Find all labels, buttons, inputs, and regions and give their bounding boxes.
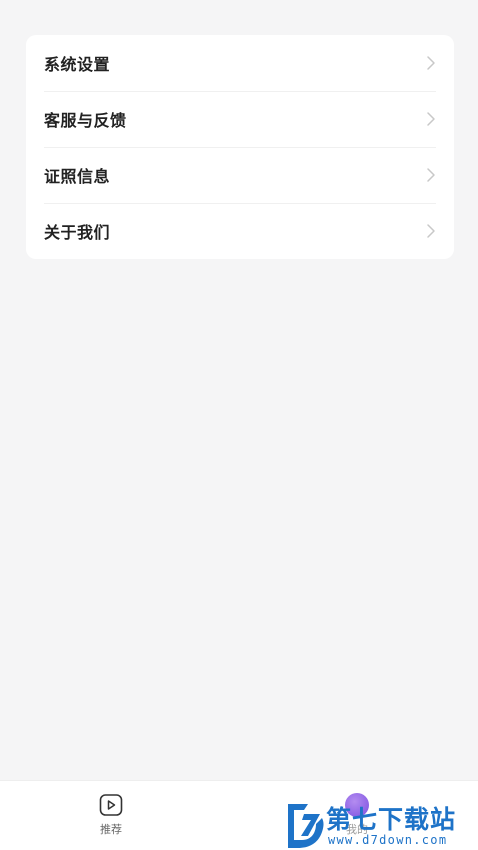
settings-menu-card: 系统设置 客服与反馈 证照信息 关于我们 [26, 35, 454, 259]
watermark: 第七下载站 www.d7down.com [282, 798, 478, 850]
menu-item-label: 证照信息 [44, 167, 111, 186]
chevron-right-icon [427, 224, 435, 238]
menu-item-label: 关于我们 [44, 223, 111, 242]
menu-item-label: 客服与反馈 [44, 111, 127, 130]
menu-item-about-us[interactable]: 关于我们 [26, 203, 454, 259]
menu-item-label: 系统设置 [44, 55, 111, 74]
menu-item-system-settings[interactable]: 系统设置 [26, 35, 454, 91]
watermark-title: 第七下载站 [326, 805, 457, 834]
menu-item-customer-service[interactable]: 客服与反馈 [26, 91, 454, 147]
play-square-icon [99, 794, 123, 816]
chevron-right-icon [427, 168, 435, 182]
menu-item-license-info[interactable]: 证照信息 [26, 147, 454, 203]
d7-logo-icon [288, 804, 324, 848]
tab-label: 推荐 [100, 823, 122, 836]
chevron-right-icon [427, 56, 435, 70]
tab-recommend[interactable]: 推荐 [51, 781, 171, 850]
chevron-right-icon [427, 112, 435, 126]
watermark-url: www.d7down.com [328, 833, 448, 847]
